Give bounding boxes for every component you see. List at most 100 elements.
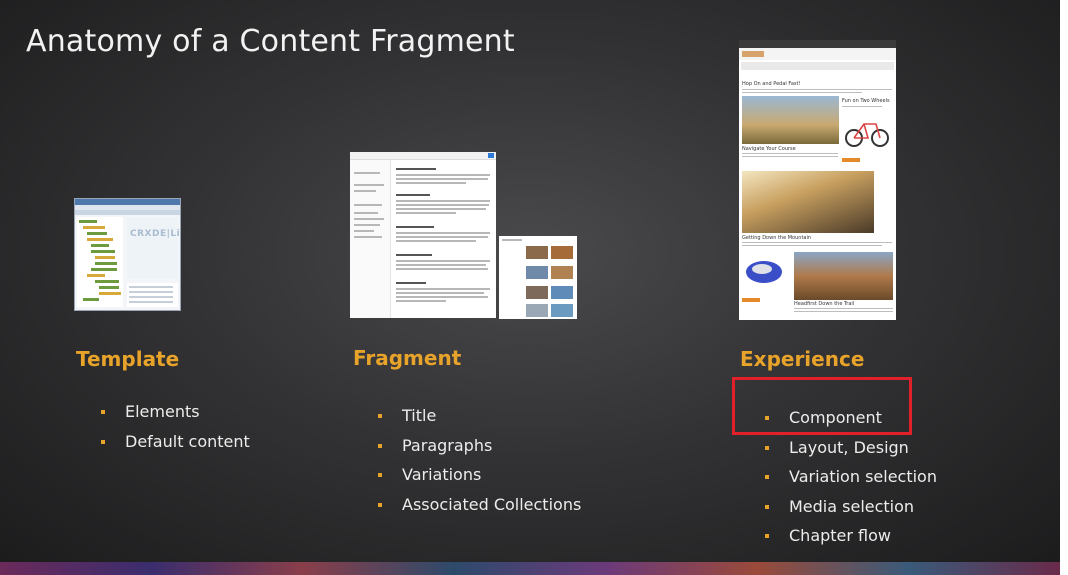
bullet-item: Elements — [101, 401, 250, 431]
fragment-editor-screenshot — [350, 152, 496, 318]
tree-node — [99, 292, 121, 295]
bullet-text: Title — [402, 406, 437, 425]
text-line — [842, 106, 882, 108]
component-highlight-box — [732, 377, 912, 435]
text-line — [396, 268, 488, 270]
sidebar-line — [354, 218, 384, 220]
site-logo — [742, 51, 764, 57]
bullet-text: Variation selection — [789, 467, 937, 486]
bullet-item: Media selection — [765, 496, 937, 526]
text-line — [396, 174, 490, 176]
presentation-slide: Anatomy of a Content Fragment CRXDE|Li H… — [0, 0, 1060, 562]
mountain-bike-image — [742, 171, 874, 233]
cta-button — [842, 158, 860, 162]
tree-node — [87, 238, 113, 241]
crx-tree-panel — [77, 217, 123, 307]
asset-tile — [526, 286, 548, 299]
property-row — [129, 286, 173, 288]
page-edge — [1060, 0, 1068, 575]
editor-toolbar — [350, 152, 496, 160]
hero-image — [742, 96, 839, 144]
tree-node — [79, 220, 97, 223]
template-bullets: Elements Default content — [101, 401, 250, 460]
bullet-text: Media selection — [789, 496, 915, 516]
heading-line — [396, 226, 434, 228]
bullet-item: Title — [378, 405, 581, 435]
heading-line — [396, 282, 426, 284]
bullet-icon — [765, 534, 769, 538]
text-line — [742, 92, 862, 94]
text-line — [794, 311, 893, 313]
bullet-text: Paragraphs — [402, 435, 493, 455]
tree-node — [91, 268, 117, 271]
bullet-icon — [101, 439, 105, 444]
property-row — [129, 291, 173, 293]
bullet-text: Variations — [402, 465, 482, 484]
property-row — [129, 301, 173, 303]
sidebar-line — [354, 172, 380, 174]
text-line — [396, 288, 490, 290]
tree-node — [83, 226, 105, 229]
asset-tile — [526, 266, 548, 279]
sidebar-line — [354, 236, 382, 238]
heading-line — [396, 194, 430, 196]
crx-logo: CRXDE|Li — [130, 229, 181, 239]
text-line — [742, 245, 882, 247]
bullet-text: Chapter flow — [789, 526, 892, 545]
bullet-text: Associated Collections — [402, 494, 582, 514]
crx-toolbar — [75, 210, 180, 215]
tree-node — [91, 250, 115, 253]
bullet-item: Chapter flow — [765, 525, 937, 555]
bullet-item: Default content — [101, 431, 250, 461]
text-line — [742, 153, 838, 155]
save-button-mini — [488, 153, 494, 158]
text-line — [396, 296, 488, 298]
text-line — [396, 208, 486, 210]
slide-title: Anatomy of a Content Fragment — [26, 24, 515, 59]
bullet-item: Variations — [378, 464, 581, 494]
asset-tile — [551, 266, 573, 279]
text-line — [396, 212, 456, 214]
site-subnav — [741, 62, 894, 70]
bullet-icon — [378, 473, 382, 477]
bullet-text: Default content — [125, 431, 250, 451]
text-line — [396, 200, 490, 202]
text-line — [396, 204, 489, 206]
asset-tile — [551, 246, 573, 259]
asset-tile — [526, 246, 548, 259]
tree-node — [95, 256, 115, 259]
fragment-heading: Fragment — [353, 346, 462, 370]
crx-properties-panel — [127, 283, 178, 307]
text-line — [742, 89, 892, 91]
experience-page-screenshot: Hop On and Pedal Fast! Fun on Two Wheels… — [739, 40, 896, 320]
text-line — [396, 292, 484, 294]
crx-editor-pane — [127, 217, 178, 279]
bullet-item: Layout, Design — [765, 437, 937, 467]
cta-button — [742, 298, 760, 302]
text-line — [396, 264, 486, 266]
tree-node — [95, 262, 117, 265]
property-row — [129, 296, 173, 298]
headline: Headfirst Down the Trail — [794, 301, 855, 307]
text-line — [396, 300, 446, 302]
text-line — [794, 308, 893, 310]
fragment-bullets: Title Paragraphs Variations Associated C… — [378, 405, 581, 523]
text-line — [742, 242, 892, 244]
text-line — [742, 156, 838, 158]
bullet-icon — [765, 504, 769, 509]
text-line — [396, 260, 490, 262]
asset-tile — [526, 304, 548, 317]
sidebar-line — [354, 204, 382, 206]
sidebar-line — [354, 190, 376, 192]
sidebar-line — [354, 212, 378, 214]
bullet-text: Elements — [125, 402, 200, 421]
bullet-icon — [378, 443, 382, 448]
collection-screenshot — [499, 236, 577, 319]
bullet-icon — [765, 475, 769, 479]
bicycle-icon — [845, 123, 889, 147]
asset-tile — [551, 286, 573, 299]
text-line — [396, 236, 488, 238]
experience-heading: Experience — [740, 347, 865, 371]
heading-line — [396, 254, 432, 256]
heading-line — [396, 168, 436, 170]
